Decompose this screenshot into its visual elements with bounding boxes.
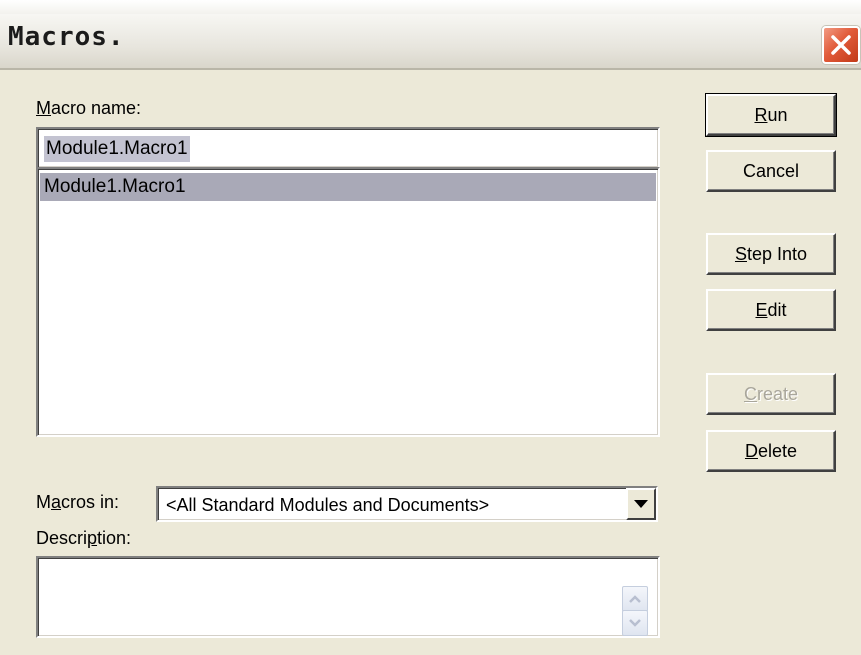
title-bar[interactable]: Macros. bbox=[0, 0, 861, 70]
window-title: Macros. bbox=[8, 22, 125, 52]
close-button[interactable] bbox=[822, 26, 860, 64]
macro-name-label: Macro name: bbox=[36, 98, 142, 118]
macro-name-input[interactable]: Module1.Macro1 bbox=[36, 127, 660, 169]
description-field[interactable] bbox=[36, 556, 660, 638]
macros-in-value: <All Standard Modules and Documents> bbox=[166, 495, 490, 515]
cancel-button[interactable]: Cancel bbox=[706, 150, 836, 192]
macros-dialog: Macros. Macro name: Module1.Macro1 Modul… bbox=[0, 0, 861, 655]
dropdown-button[interactable] bbox=[626, 488, 656, 520]
scroll-down-button bbox=[622, 610, 648, 636]
chevron-down-icon bbox=[629, 619, 641, 627]
macro-name-value: Module1.Macro1 bbox=[44, 136, 190, 162]
scroll-up-button bbox=[622, 586, 648, 612]
step-into-button[interactable]: Step Into bbox=[706, 233, 836, 275]
chevron-up-icon bbox=[629, 595, 641, 603]
macros-in-select[interactable]: <All Standard Modules and Documents> bbox=[156, 486, 658, 522]
macros-in-label: Macros in: bbox=[36, 492, 120, 512]
triangle-down-icon bbox=[634, 500, 648, 508]
close-x-icon bbox=[831, 35, 851, 55]
list-item[interactable]: Module1.Macro1 bbox=[40, 173, 656, 201]
run-button[interactable]: Run bbox=[705, 93, 837, 137]
description-label: Description: bbox=[36, 528, 132, 548]
macro-name-accel: M bbox=[36, 98, 51, 118]
macro-list[interactable]: Module1.Macro1 bbox=[36, 167, 660, 437]
delete-button[interactable]: Delete bbox=[706, 430, 836, 472]
create-button: Create bbox=[706, 373, 836, 415]
edit-button[interactable]: Edit bbox=[706, 289, 836, 331]
